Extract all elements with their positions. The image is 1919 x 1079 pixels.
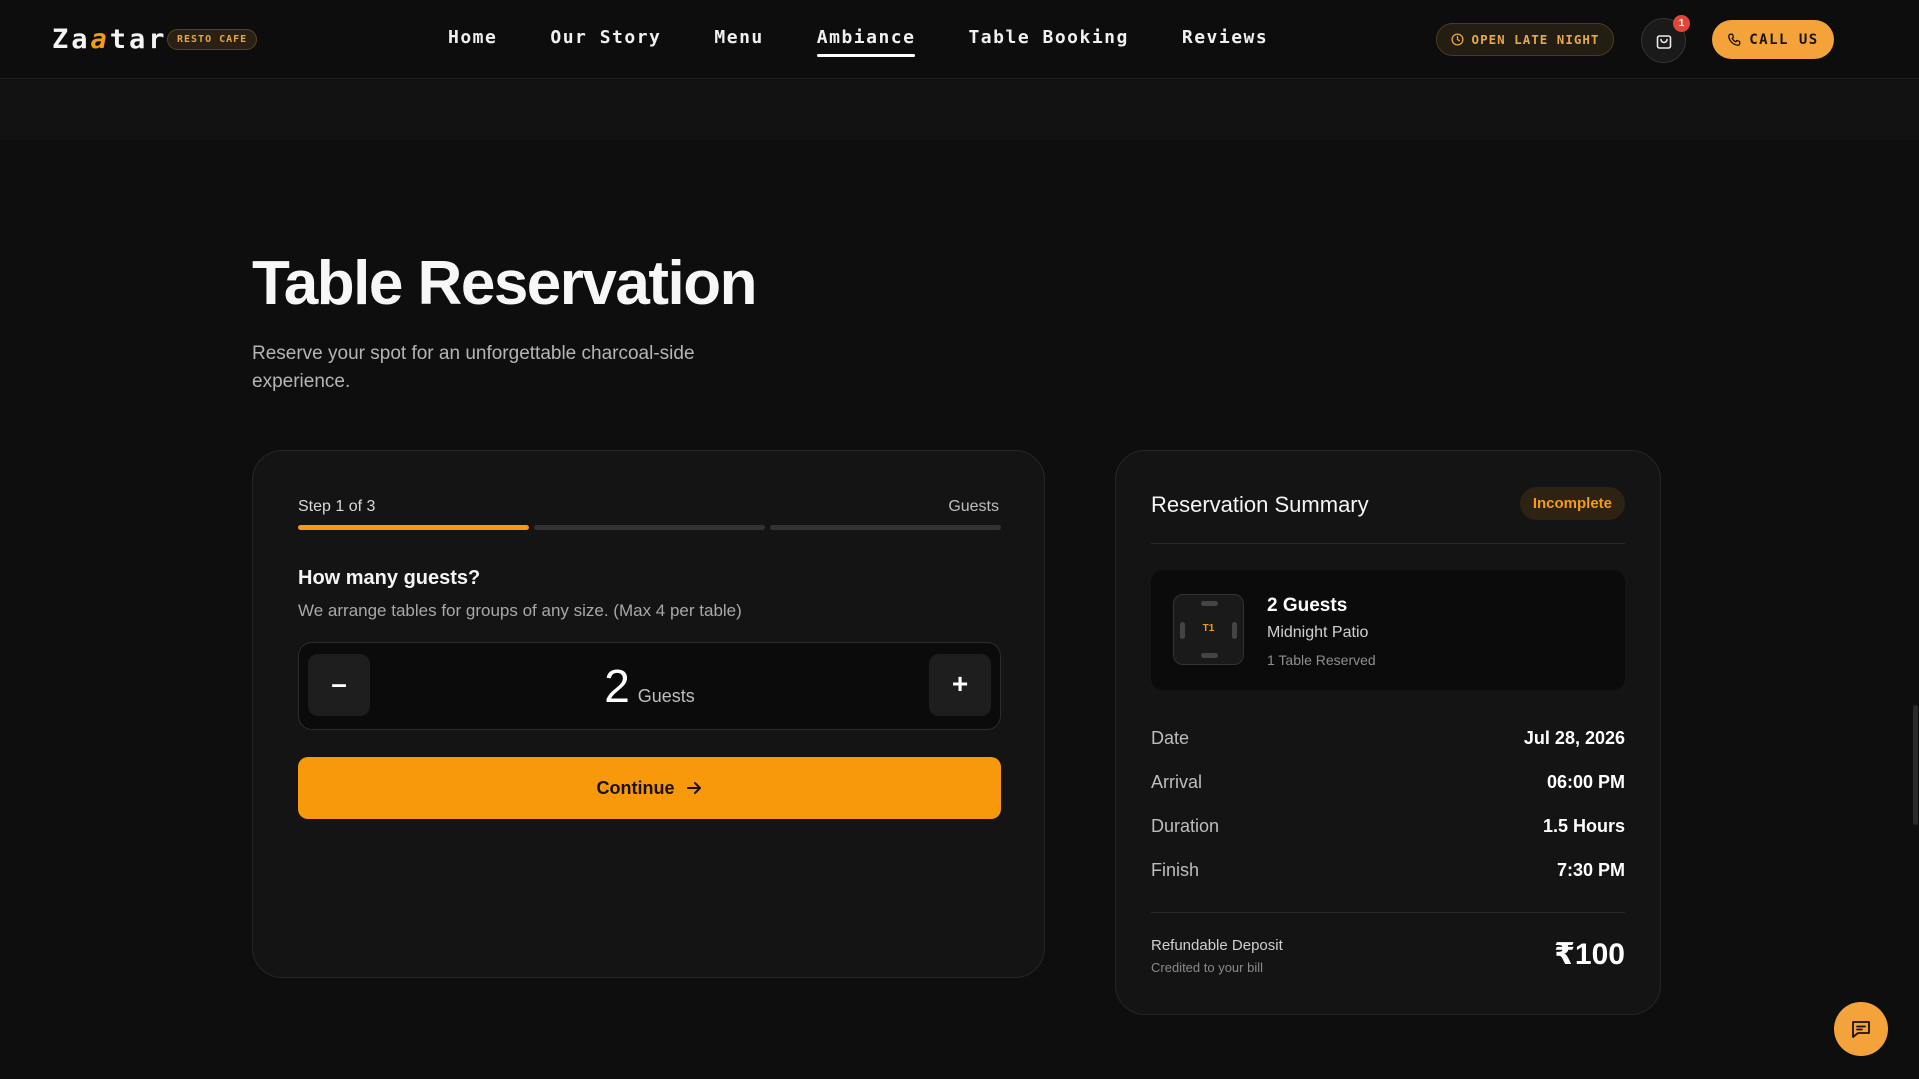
- nav-ambiance[interactable]: Ambiance: [816, 24, 916, 57]
- summary-row-date: Date Jul 28, 2026: [1151, 728, 1625, 752]
- step-name: Guests: [948, 498, 999, 515]
- summary-row-value: 7:30 PM: [1556, 860, 1625, 880]
- nav-menu[interactable]: Menu: [714, 24, 763, 56]
- summary-divider-top: [1151, 543, 1625, 544]
- table-icon: T1: [1173, 594, 1244, 665]
- table-id: T1: [1202, 623, 1215, 634]
- chat-icon: [1852, 1021, 1870, 1038]
- logo-text-end: tar: [109, 24, 168, 55]
- logo-badge: RESTO CAFE: [167, 29, 258, 50]
- summary-row-label: Arrival: [1151, 772, 1203, 792]
- guest-count-unit: Guests: [637, 686, 695, 706]
- summary-row-value: 1.5 Hours: [1542, 816, 1625, 836]
- progress-segment-3: [770, 525, 1001, 530]
- hours-badge-label: OPEN LATE NIGHT: [1471, 32, 1600, 47]
- clock-icon: [1451, 33, 1464, 46]
- arrow-right-icon: [686, 782, 701, 794]
- logo-text-accent: a: [90, 24, 110, 55]
- call-us-label: CALL US: [1749, 31, 1819, 48]
- progress-segment-2: [534, 525, 765, 530]
- increment-guests-button[interactable]: +: [929, 654, 991, 716]
- deposit-note: Credited to your bill: [1151, 960, 1263, 975]
- guest-question: How many guests?: [298, 567, 481, 589]
- reservation-summary-card: Reservation Summary Incomplete T1 2 Gues…: [1115, 450, 1661, 1015]
- logo-text-start: Za: [52, 24, 91, 55]
- summary-row-value: 06:00 PM: [1546, 772, 1625, 792]
- hours-badge: OPEN LATE NIGHT: [1436, 23, 1614, 56]
- step-progress-bar: [298, 525, 1001, 530]
- page-subtitle: Reserve your spot for an unforgettable c…: [252, 343, 695, 392]
- continue-button[interactable]: Continue: [298, 757, 1001, 819]
- status-badge: Incomplete: [1519, 487, 1625, 520]
- chat-button[interactable]: [1834, 1002, 1888, 1056]
- summary-row-duration: Duration 1.5 Hours: [1151, 816, 1625, 840]
- shopping-bag-icon: [1656, 34, 1671, 49]
- summary-area: Midnight Patio: [1267, 624, 1369, 641]
- summary-row-label: Finish: [1151, 860, 1200, 880]
- nav-table-booking[interactable]: Table Booking: [968, 24, 1128, 56]
- nav-our-story[interactable]: Our Story: [550, 24, 661, 56]
- deposit-label: Refundable Deposit: [1151, 937, 1283, 954]
- header-band: [0, 80, 1919, 140]
- summary-guests: 2 Guests: [1267, 595, 1348, 616]
- call-us-button[interactable]: CALL US: [1712, 20, 1834, 59]
- summary-divider-bottom: [1151, 912, 1625, 913]
- nav-home[interactable]: Home: [448, 24, 497, 56]
- nav-reviews[interactable]: Reviews: [1182, 24, 1268, 56]
- step-indicator: Step 1 of 3: [298, 498, 376, 515]
- chair-bottom: [1201, 653, 1218, 658]
- page-title: Table Reservation: [252, 249, 757, 318]
- summary-row-arrival: Arrival 06:00 PM: [1151, 772, 1625, 796]
- summary-row-finish: Finish 7:30 PM: [1151, 860, 1625, 884]
- continue-label: Continue: [596, 777, 675, 798]
- summary-row-label: Date: [1151, 728, 1190, 748]
- phone-icon: [1728, 33, 1741, 46]
- scrollbar[interactable]: [1913, 705, 1918, 825]
- guest-hint: We arrange tables for groups of any size…: [298, 601, 742, 620]
- logo[interactable]: Zaatar: [52, 24, 168, 55]
- summary-row-label: Duration: [1151, 816, 1220, 836]
- site-header: Zaatar RESTO CAFE Home Our Story Menu Am…: [0, 0, 1919, 79]
- summary-row-value: Jul 28, 2026: [1523, 728, 1625, 748]
- summary-tables-reserved: 1 Table Reserved: [1267, 652, 1376, 668]
- guest-stepper: – 2 Guests +: [298, 642, 1001, 730]
- cart-button[interactable]: 1: [1641, 15, 1690, 63]
- booking-card: Step 1 of 3 Guests How many guests? We a…: [252, 450, 1045, 978]
- guest-count-display: 2 Guests: [299, 659, 1000, 713]
- summary-title: Reservation Summary: [1151, 492, 1369, 517]
- chair-top: [1201, 601, 1218, 606]
- cart-count-badge: 1: [1673, 15, 1690, 32]
- deposit-amount: ₹100: [1554, 938, 1625, 971]
- table-details: T1 2 Guests Midnight Patio 1 Table Reser…: [1151, 570, 1625, 690]
- progress-segment-1: [298, 525, 529, 530]
- guest-count-value: 2: [604, 660, 630, 712]
- main-nav: Home Our Story Menu Ambiance Table Booki…: [448, 24, 1321, 57]
